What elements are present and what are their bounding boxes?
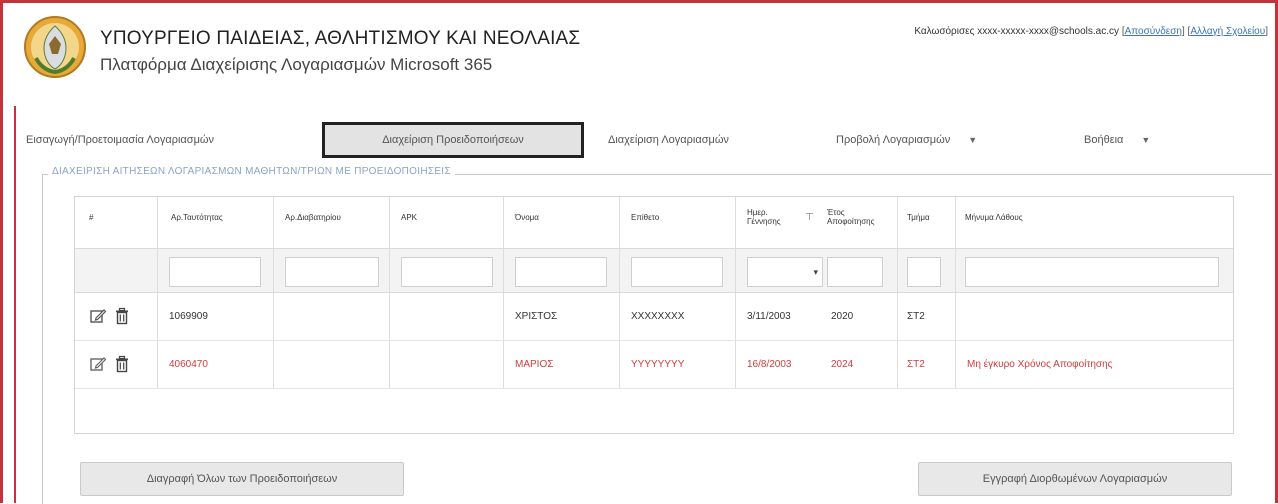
cell-grad-year: 2024 — [831, 359, 854, 370]
side-accent-line — [14, 106, 16, 503]
cell-first-name: ΜΑΡΙΟΣ — [515, 359, 554, 370]
main-navbar: Εισαγωγή/Προετοιμασία Λογαριασμών Διαχεί… — [26, 122, 1266, 162]
filter-input-grad-year[interactable] — [827, 257, 883, 287]
col-header-index: # — [89, 213, 94, 222]
filter-input-id-number[interactable] — [169, 257, 261, 287]
table-row: 1069909 ΧΡΙΣΤΟΣ XXXXXXXX 3/11/2003 2020 … — [75, 293, 1233, 341]
col-header-grad-year[interactable]: Έτος Αποφοίτησης — [827, 208, 883, 226]
filter-input-error-message[interactable] — [965, 257, 1219, 287]
change-school-link[interactable]: Αλλαγή Σχολείου — [1190, 26, 1265, 37]
col-header-last-name[interactable]: Επίθετο — [631, 213, 659, 222]
chevron-down-icon: ▾ — [813, 267, 818, 277]
cell-grad-year: 2020 — [831, 311, 854, 322]
col-header-first-name[interactable]: Όνομα — [515, 213, 539, 222]
col-header-birth-date[interactable]: Ημερ. Γέννησης — [747, 208, 791, 226]
col-header-error-message[interactable]: Μήνυμα Λάθους — [965, 213, 1023, 222]
col-header-class[interactable]: Τμήμα — [907, 213, 930, 222]
col-header-passport[interactable]: Αρ.Διαβατηρίου — [285, 213, 341, 222]
trash-icon[interactable] — [113, 355, 131, 373]
save-corrected-accounts-button[interactable]: Εγγραφή Διορθωμένων Λογαριασμών — [918, 462, 1232, 496]
filter-row: ▾ — [75, 249, 1233, 293]
trash-icon[interactable] — [113, 307, 131, 325]
chevron-down-icon: ▼ — [1141, 135, 1151, 145]
table-row: 4060470 ΜΑΡΙΟΣ YYYYYYYY 16/8/2003 2024 Σ… — [75, 341, 1233, 389]
user-email: xxxx-xxxxx-xxxx@schools.ac.cy — [977, 26, 1120, 37]
ministry-title: ΥΠΟΥΡΓΕΙΟ ΠΑΙΔΕΙΑΣ, ΑΘΛΗΤΙΣΜΟΥ ΚΑΙ ΝΕΟΛΑ… — [100, 28, 581, 49]
filter-icon[interactable]: ⊤ — [805, 213, 814, 223]
nav-item-help[interactable]: Βοήθεια ▼ — [1084, 122, 1194, 158]
delete-all-warnings-button[interactable]: Διαγραφή Όλων των Προειδοποιήσεων — [80, 462, 404, 496]
cell-birth-date: 3/11/2003 — [747, 311, 791, 322]
nav-item-accounts-management[interactable]: Διαχείριση Λογαριασμών — [608, 122, 808, 158]
nav-item-view-accounts-label: Προβολή Λογαριασμών — [836, 134, 951, 146]
cell-id-number: 4060470 — [169, 359, 208, 370]
grid-header: # Αρ.Ταυτότητας Αρ.Διαβατηρίου ΑΡΚ Όνομα… — [75, 197, 1233, 249]
edit-icon[interactable] — [89, 355, 107, 373]
cell-last-name: XXXXXXXX — [631, 311, 685, 322]
separator: ] — [1265, 26, 1268, 37]
filter-input-class[interactable] — [907, 257, 941, 287]
cell-last-name: YYYYYYYY — [631, 359, 685, 370]
col-header-ark[interactable]: ΑΡΚ — [401, 213, 417, 222]
filter-select-birth-date[interactable]: ▾ — [747, 257, 823, 287]
logout-link[interactable]: Αποσύνδεση — [1125, 26, 1182, 37]
filter-input-first-name[interactable] — [515, 257, 607, 287]
cell-class: ΣΤ2 — [907, 311, 925, 322]
user-bar: Καλωσόρισες xxxx-xxxxx-xxxx@schools.ac.c… — [914, 26, 1268, 37]
nav-item-warnings-management[interactable]: Διαχείριση Προειδοποιήσεων — [322, 122, 584, 158]
nav-item-view-accounts[interactable]: Προβολή Λογαριασμών ▼ — [836, 122, 1026, 158]
nav-item-import-accounts[interactable]: Εισαγωγή/Προετοιμασία Λογαριασμών — [26, 122, 306, 158]
cell-error-message: Μη έγκυρο Χρόνος Αποφοίτησης — [967, 359, 1113, 370]
section-legend: ΔΙΑΧΕΙΡΙΣΗ ΑΙΤΗΣΕΩΝ ΛΟΓΑΡΙΑΣΜΩΝ ΜΑΘΗΤΩΝ/… — [48, 166, 455, 177]
edit-icon[interactable] — [89, 307, 107, 325]
cell-birth-date: 16/8/2003 — [747, 359, 792, 370]
welcome-text: Καλωσόρισες — [914, 26, 978, 37]
cell-class: ΣΤ2 — [907, 359, 925, 370]
cell-first-name: ΧΡΙΣΤΟΣ — [515, 311, 558, 322]
cell-id-number: 1069909 — [169, 311, 208, 322]
cyprus-coat-of-arms-logo — [24, 16, 86, 78]
filter-input-last-name[interactable] — [631, 257, 723, 287]
chevron-down-icon: ▼ — [968, 135, 978, 145]
nav-item-help-label: Βοήθεια — [1084, 134, 1124, 146]
platform-subtitle: Πλατφόρμα Διαχείρισης Λογαριασμών Micros… — [100, 55, 493, 74]
filter-input-passport[interactable] — [285, 257, 379, 287]
filter-input-ark[interactable] — [401, 257, 493, 287]
warnings-grid: # Αρ.Ταυτότητας Αρ.Διαβατηρίου ΑΡΚ Όνομα… — [74, 196, 1234, 434]
col-header-id-number[interactable]: Αρ.Ταυτότητας — [171, 213, 223, 222]
